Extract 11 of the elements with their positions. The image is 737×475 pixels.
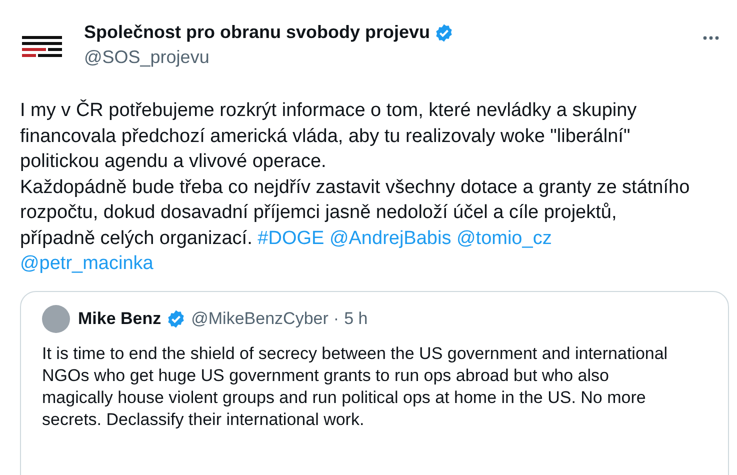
post-text: Každopádně bude třeba co nejdřív zastavit všechny dotace a granty ze státního rozpočtu, dokud dosavadní příjemci jasně nedoloží účel a cíle projektů, případně celých organizací. #DOGE @AndrejBabis @tomio_cz @petr_macinka bbox=[20, 176, 690, 276]
quoted-author-handle[interactable]: @MikeBenzCyber bbox=[191, 308, 328, 328]
quoted-post-card[interactable] bbox=[20, 290, 729, 475]
quoted-post-text: It is time to end the shield of secrecy between the US government and international NGOs who get huge US government grants to run ops abroad but who also magically house violent groups and run political ops at home in the US. No more secrets. Declassify their international work. bbox=[42, 342, 669, 430]
account-handle[interactable]: @SOS_projevu bbox=[84, 47, 681, 68]
post-time: 5 h bbox=[344, 308, 368, 328]
separator-dot: · bbox=[333, 308, 340, 328]
avatar-placeholder bbox=[42, 304, 70, 332]
account-name[interactable]: Společnost pro obranu svobody projevu bbox=[84, 22, 430, 43]
post-text: I my v ČR potřebujeme rozkrýt informace o tom, které nevládky a skupiny financovala předchozí americká vláda, aby tu realizovaly woke "liberální" politickou agendu a vlivové operace. bbox=[20, 98, 638, 174]
quoted-author-name[interactable]: Mike Benz bbox=[78, 308, 162, 328]
